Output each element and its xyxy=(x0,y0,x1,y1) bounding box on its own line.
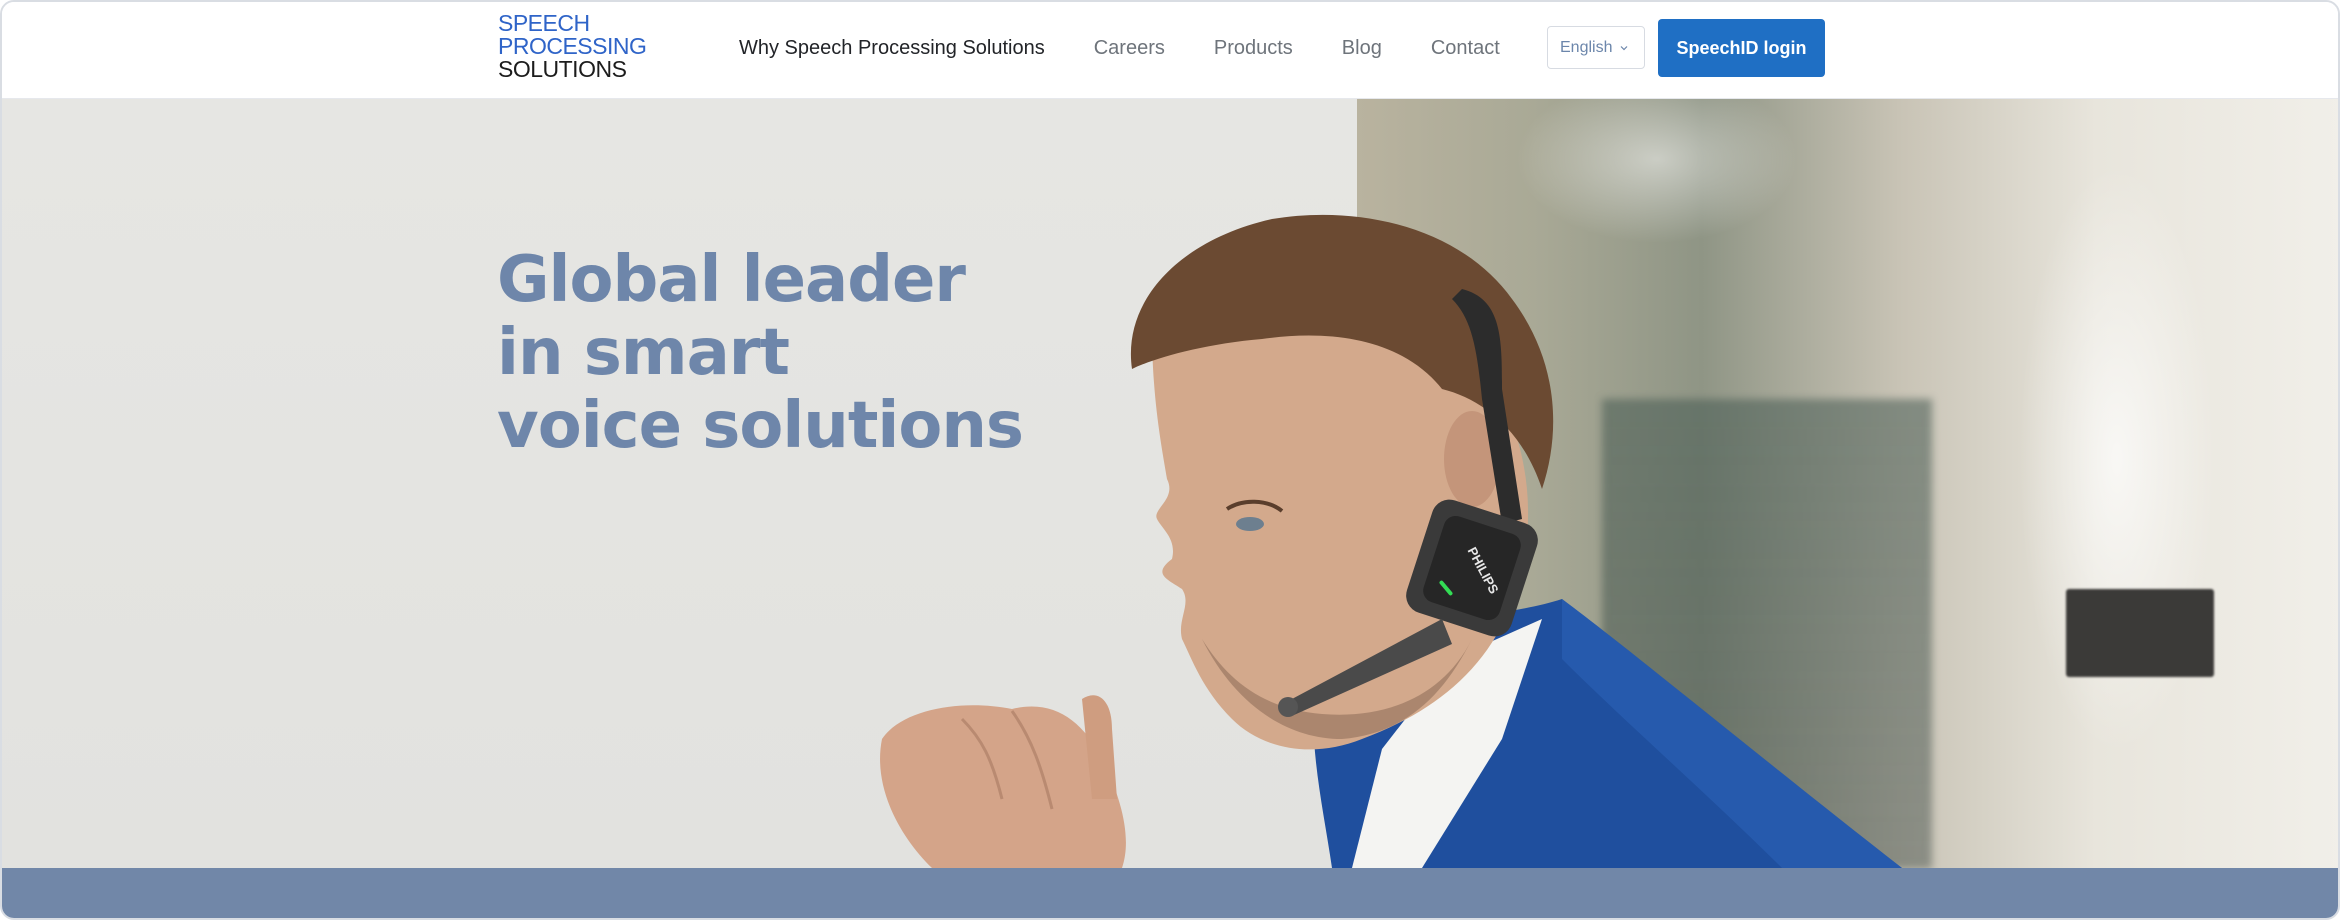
nav-item-careers[interactable]: Careers xyxy=(1094,37,1165,60)
headline-line-2: in smart xyxy=(497,316,790,390)
hero-headline: Global leader in smart voice solutions xyxy=(497,243,1024,463)
hero-section: PHILIPS Global leader in smart voice sol… xyxy=(2,99,2338,868)
chevron-down-icon xyxy=(1621,45,1628,50)
language-select-value: English xyxy=(1560,38,1613,56)
logo-line-1: SPEECH xyxy=(498,10,590,36)
nav-item-blog[interactable]: Blog xyxy=(1342,37,1382,60)
main-nav: Why Speech Processing Solutions Careers … xyxy=(739,2,1549,94)
language-select[interactable]: English xyxy=(1547,26,1645,69)
speechid-login-button[interactable]: SpeechID login xyxy=(1658,19,1825,77)
hero-background-screen xyxy=(2066,589,2214,677)
headline-line-1: Global leader xyxy=(497,243,966,317)
nav-item-why-sps[interactable]: Why Speech Processing Solutions xyxy=(739,37,1045,60)
hero-wall-background xyxy=(2,99,1357,868)
company-logo[interactable]: SPEECH PROCESSING SOLUTIONS xyxy=(498,12,648,81)
nav-item-products[interactable]: Products xyxy=(1214,37,1293,60)
nav-item-contact[interactable]: Contact xyxy=(1431,37,1500,60)
logo-line-3: SOLUTIONS xyxy=(498,56,627,82)
site-header: SPEECH PROCESSING SOLUTIONS Why Speech P… xyxy=(2,2,2338,99)
headline-line-3: voice solutions xyxy=(497,389,1024,463)
logo-line-2: PROCESSING xyxy=(498,33,647,59)
section-divider-bar xyxy=(2,868,2338,918)
browser-viewport: SPEECH PROCESSING SOLUTIONS Why Speech P… xyxy=(0,0,2340,920)
hero-window-reflection xyxy=(1602,399,1932,868)
